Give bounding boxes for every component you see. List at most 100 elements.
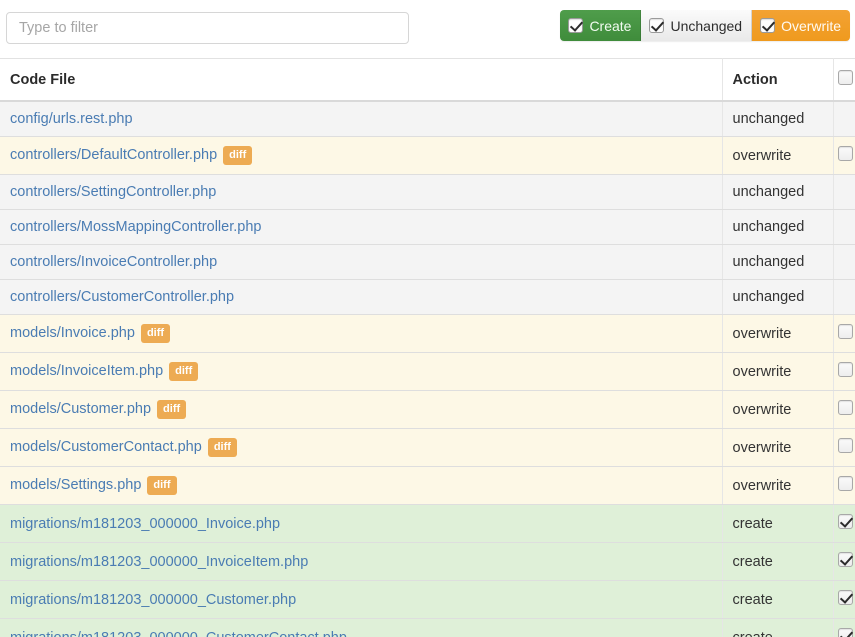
cell-select <box>833 209 855 245</box>
toggle-label: Unchanged <box>670 17 743 34</box>
cell-code-file: controllers/DefaultController.php diff <box>0 136 723 175</box>
row-select-checkbox[interactable] <box>837 552 853 567</box>
cell-select <box>833 390 855 429</box>
cell-action: unchanged <box>722 101 834 137</box>
row-select-checkbox[interactable] <box>837 476 853 491</box>
cell-select <box>833 174 855 210</box>
code-file-link[interactable]: controllers/DefaultController.php <box>10 147 217 163</box>
cell-select <box>833 314 855 353</box>
cell-code-file: migrations/m181203_000000_Invoice.php <box>0 504 723 543</box>
cell-action: create <box>722 618 834 637</box>
cell-select <box>833 101 855 137</box>
code-file-link[interactable]: migrations/m181203_000000_Invoice.php <box>10 516 280 532</box>
cell-code-file: controllers/InvoiceController.php <box>0 244 723 280</box>
row-select-checkbox[interactable] <box>837 628 853 637</box>
cell-select <box>833 618 855 637</box>
row-select-checkbox[interactable] <box>837 438 853 453</box>
row-select-checkbox[interactable] <box>837 400 853 415</box>
code-file-link[interactable]: controllers/InvoiceController.php <box>10 254 217 270</box>
diff-badge[interactable]: diff <box>207 438 237 457</box>
cell-action: overwrite <box>722 466 834 505</box>
toolbar: Create Unchanged Overwrite <box>0 0 855 56</box>
checkbox-icon <box>760 18 776 33</box>
table-body: config/urls.rest.php unchanged controllers… <box>0 101 855 637</box>
code-file-link[interactable]: controllers/CustomerController.php <box>10 289 234 305</box>
toggle-label: Create <box>589 17 632 34</box>
cell-code-file: models/Settings.php diff <box>0 466 723 505</box>
cell-action: create <box>722 580 834 619</box>
cell-action: overwrite <box>722 390 834 429</box>
cell-code-file: config/urls.rest.php <box>0 101 723 137</box>
code-file-table-container: Code File Action config/urls.rest.php unc… <box>0 58 855 637</box>
cell-code-file: models/Invoice.php diff <box>0 314 723 353</box>
table-row: controllers/CustomerController.php unchan… <box>0 279 855 315</box>
diff-badge[interactable]: diff <box>169 362 199 381</box>
code-file-link[interactable]: models/Customer.php <box>10 401 151 417</box>
select-all-checkbox[interactable] <box>837 70 853 85</box>
toggle-unchanged-button[interactable]: Unchanged <box>641 10 753 41</box>
cell-code-file: migrations/m181203_000000_InvoiceItem.ph… <box>0 542 723 581</box>
code-file-link[interactable]: migrations/m181203_000000_CustomerContac… <box>10 630 347 637</box>
row-select-checkbox[interactable] <box>837 514 853 529</box>
table-row: migrations/m181203_000000_Invoice.php cre… <box>0 504 855 543</box>
action-filter-button-group: Create Unchanged Overwrite <box>560 10 850 41</box>
code-file-link[interactable]: models/Invoice.php <box>10 325 135 341</box>
code-file-link[interactable]: config/urls.rest.php <box>10 111 133 127</box>
table-row: migrations/m181203_000000_Customer.php cr… <box>0 580 855 619</box>
row-select-checkbox[interactable] <box>837 590 853 605</box>
cell-code-file: models/CustomerContact.php diff <box>0 428 723 467</box>
code-file-link[interactable]: migrations/m181203_000000_InvoiceItem.ph… <box>10 554 308 570</box>
cell-select <box>833 352 855 391</box>
table-row: models/Settings.php diff overwrite <box>0 466 855 505</box>
cell-code-file: controllers/CustomerController.php <box>0 279 723 315</box>
cell-action: overwrite <box>722 314 834 353</box>
cell-action: create <box>722 542 834 581</box>
cell-select <box>833 244 855 280</box>
cell-action: unchanged <box>722 209 834 245</box>
code-file-link[interactable]: migrations/m181203_000000_Customer.php <box>10 592 296 608</box>
filter-input[interactable] <box>6 12 409 44</box>
diff-badge[interactable]: diff <box>140 324 171 343</box>
header-row: Code File Action <box>0 58 855 102</box>
cell-action: overwrite <box>722 428 834 467</box>
diff-badge[interactable]: diff <box>147 476 177 495</box>
code-file-link[interactable]: models/Settings.php <box>10 477 141 493</box>
code-file-link[interactable]: models/InvoiceItem.php <box>10 363 163 379</box>
table-row: controllers/InvoiceController.php unchang… <box>0 244 855 280</box>
cell-action: overwrite <box>722 352 834 391</box>
code-file-link[interactable]: controllers/MossMappingController.php <box>10 219 261 235</box>
column-header-code-file: Code File <box>0 58 723 102</box>
cell-select <box>833 466 855 505</box>
toggle-overwrite-button[interactable]: Overwrite <box>752 10 850 41</box>
cell-code-file: models/InvoiceItem.php diff <box>0 352 723 391</box>
toggle-create-button[interactable]: Create <box>560 10 642 41</box>
row-select-checkbox[interactable] <box>837 324 853 339</box>
row-select-checkbox[interactable] <box>837 146 853 161</box>
cell-action: unchanged <box>722 244 834 280</box>
column-header-select-all <box>833 58 855 102</box>
code-file-table: Code File Action config/urls.rest.php unc… <box>0 58 855 637</box>
table-row: migrations/m181203_000000_CustomerContac… <box>0 618 855 637</box>
cell-action: unchanged <box>722 279 834 315</box>
row-select-checkbox[interactable] <box>837 362 853 377</box>
generator-preview-page: Create Unchanged Overwrite Code File Actio… <box>0 0 855 637</box>
table-row: controllers/DefaultController.php diff ove… <box>0 136 855 175</box>
cell-select <box>833 542 855 581</box>
cell-select <box>833 279 855 315</box>
table-header: Code File Action <box>0 58 855 102</box>
cell-select <box>833 580 855 619</box>
table-row: controllers/MossMappingController.php unc… <box>0 209 855 245</box>
table-row: config/urls.rest.php unchanged <box>0 101 855 137</box>
checkbox-icon <box>568 18 584 33</box>
cell-code-file: migrations/m181203_000000_Customer.php <box>0 580 723 619</box>
checkbox-icon <box>649 18 665 33</box>
table-row: migrations/m181203_000000_InvoiceItem.ph… <box>0 542 855 581</box>
cell-code-file: controllers/SettingController.php <box>0 174 723 210</box>
code-file-link[interactable]: controllers/SettingController.php <box>10 184 216 200</box>
diff-badge[interactable]: diff <box>157 400 187 419</box>
cell-action: create <box>722 504 834 543</box>
code-file-link[interactable]: models/CustomerContact.php <box>10 439 202 455</box>
diff-badge[interactable]: diff <box>223 146 253 165</box>
cell-action: unchanged <box>722 174 834 210</box>
table-row: models/Invoice.php diff overwrite <box>0 314 855 353</box>
